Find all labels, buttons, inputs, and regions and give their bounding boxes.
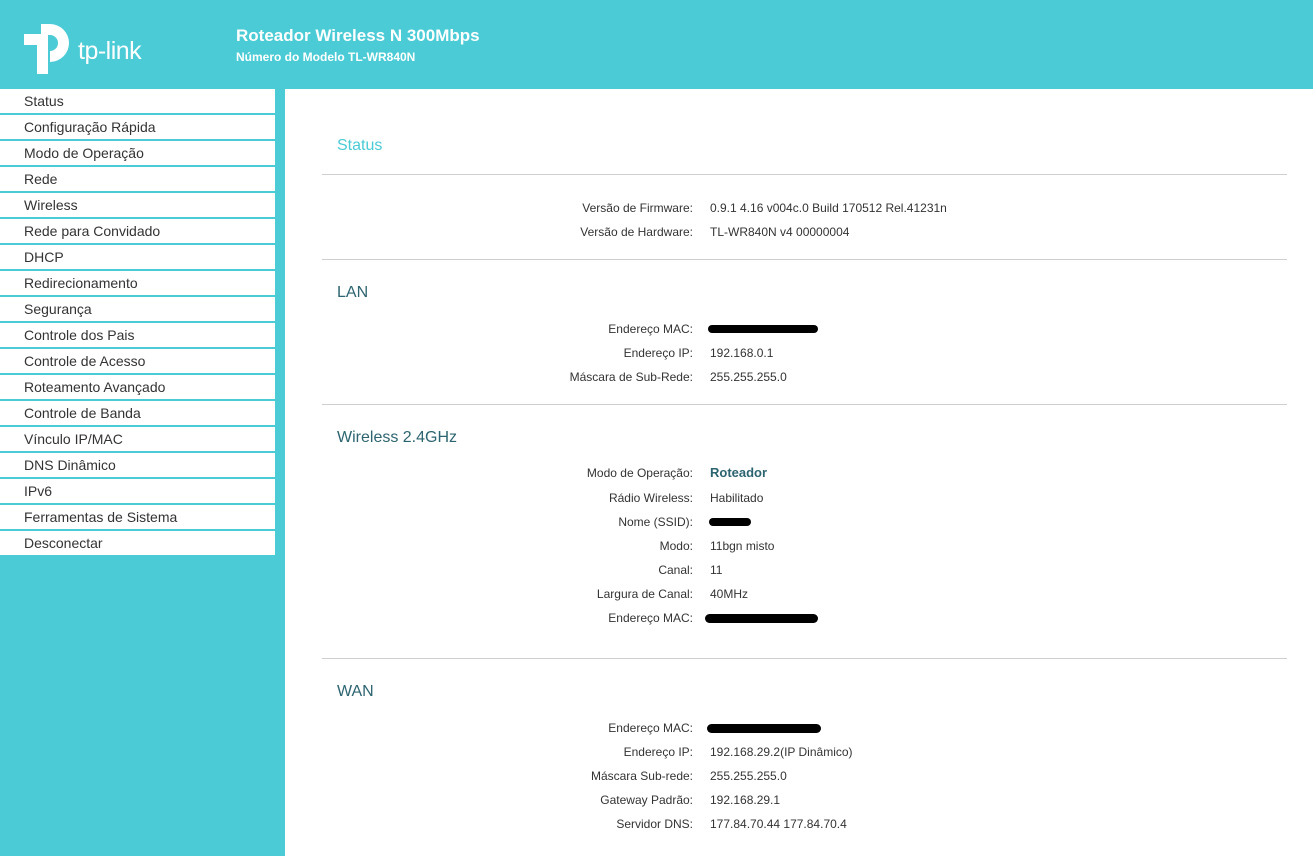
wan-gateway-value: 192.168.29.1 [710,793,781,807]
wireless-ssid-row: Nome (SSID): [285,515,1285,533]
wireless-channel-row: Canal: 11 [285,563,1285,581]
divider [322,658,1287,659]
wireless-mac-label: Endereço MAC: [608,611,693,625]
wan-ip-label: Endereço IP: [623,745,693,759]
lan-mac-label: Endereço MAC: [608,322,693,336]
wireless-channel-label: Canal: [658,563,693,577]
firmware-row: Versão de Firmware: 0.9.1 4.16 v004c.0 B… [285,201,1285,219]
lan-ip-label: Endereço IP: [623,346,693,360]
wireless-modo-label: Modo: [659,539,693,553]
redacted-ssid [709,518,751,526]
logo-text: tp-link [78,37,142,65]
sidebar-item-guest-network[interactable]: Rede para Convidado [0,219,275,243]
wireless-width-row: Largura de Canal: 40MHz [285,587,1285,605]
wan-mask-label: Máscara Sub-rede: [590,769,693,783]
sidebar-item-dynamic-dns[interactable]: DNS Dinâmico [0,453,275,477]
sidebar: Status Configuração Rápida Modo de Opera… [0,89,285,856]
wireless-modo-value: 11bgn misto [710,539,775,553]
sidebar-item-access-control[interactable]: Controle de Acesso [0,349,275,373]
hardware-row: Versão de Hardware: TL-WR840N v4 0000000… [285,225,1285,243]
sidebar-item-system-tools[interactable]: Ferramentas de Sistema [0,505,275,529]
divider [322,174,1287,175]
sidebar-item-forwarding[interactable]: Redirecionamento [0,271,275,295]
wan-dns-label: Servidor DNS: [616,817,693,831]
wan-gateway-label: Gateway Padrão: [600,793,693,807]
wireless-width-label: Largura de Canal: [596,587,693,601]
redacted-mac [707,724,821,733]
header-bar: tp-link Roteador Wireless N 300Mbps Núme… [0,0,1313,89]
wireless-mode-row: Modo de Operação: Roteador [285,465,1285,484]
model-number: Número do Modelo TL-WR840N [236,50,416,64]
hardware-value: TL-WR840N v4 00000004 [710,225,850,239]
main-content: Status Versão de Firmware: 0.9.1 4.16 v0… [285,89,1313,856]
sidebar-item-parental-control[interactable]: Controle dos Pais [0,323,275,347]
wireless-mac-row: Endereço MAC: [285,611,1285,629]
wireless-channel-value: 11 [710,563,723,577]
wan-ip-row: Endereço IP: 192.168.29.2(IP Dinâmico) [285,745,1285,763]
lan-ip-value: 192.168.0.1 [710,346,774,360]
wireless-mode-label: Modo de Operação: [586,466,693,480]
sidebar-item-quick-setup[interactable]: Configuração Rápida [0,115,275,139]
sidebar-item-status[interactable]: Status [0,89,275,113]
sidebar-item-network[interactable]: Rede [0,167,275,191]
wan-mac-row: Endereço MAC: [285,721,1285,739]
sidebar-item-dhcp[interactable]: DHCP [0,245,275,269]
sidebar-item-operation-mode[interactable]: Modo de Operação [0,141,275,165]
sidebar-item-ip-mac-binding[interactable]: Vínculo IP/MAC [0,427,275,451]
sidebar-menu: Status Configuração Rápida Modo de Opera… [0,89,275,557]
hardware-label: Versão de Hardware: [580,225,693,239]
tp-link-logo[interactable]: tp-link [24,24,164,76]
firmware-value: 0.9.1 4.16 v004c.0 Build 170512 Rel.4123… [710,201,947,215]
firmware-label: Versão de Firmware: [582,201,693,215]
wireless-radio-label: Rádio Wireless: [608,491,693,505]
sidebar-item-logout[interactable]: Desconectar [0,531,275,555]
sidebar-item-security[interactable]: Segurança [0,297,275,321]
wireless-section-title: Wireless 2.4GHz [337,429,458,446]
sidebar-item-wireless[interactable]: Wireless [0,193,275,217]
product-title: Roteador Wireless N 300Mbps [236,26,480,45]
wan-section-title: WAN [337,683,374,700]
wireless-radio-value: Habilitado [710,491,764,505]
lan-mac-row: Endereço MAC: [285,322,1285,340]
wan-mask-value: 255.255.255.0 [710,769,787,783]
lan-ip-row: Endereço IP: 192.168.0.1 [285,346,1285,364]
lan-mask-row: Máscara de Sub-Rede: 255.255.255.0 [285,370,1285,388]
wan-dns-value: 177.84.70.44 177.84.70.4 [710,817,847,831]
wan-mask-row: Máscara Sub-rede: 255.255.255.0 [285,769,1285,787]
divider [322,259,1287,260]
sidebar-item-advanced-routing[interactable]: Roteamento Avançado [0,375,275,399]
redacted-mac [705,614,818,623]
wan-ip-value: 192.168.29.2(IP Dinâmico) [710,745,853,759]
wireless-ssid-label: Nome (SSID): [618,515,693,529]
wireless-radio-row: Rádio Wireless: Habilitado [285,491,1285,509]
sidebar-item-ipv6[interactable]: IPv6 [0,479,275,503]
wireless-mode-value: Roteador [710,465,768,480]
divider [322,404,1287,405]
lan-mask-label: Máscara de Sub-Rede: [569,370,693,384]
tp-link-logo-icon [24,24,69,74]
wan-mac-label: Endereço MAC: [608,721,693,735]
lan-mask-value: 255.255.255.0 [710,370,787,384]
wan-dns-row: Servidor DNS: 177.84.70.44 177.84.70.4 [285,817,1285,835]
sidebar-item-bandwidth-control[interactable]: Controle de Banda [0,401,275,425]
status-section-title: Status [337,137,383,154]
redacted-mac [708,325,818,333]
wireless-modo-row: Modo: 11bgn misto [285,539,1285,557]
wireless-width-value: 40MHz [710,587,749,601]
lan-section-title: LAN [337,284,369,301]
wan-gateway-row: Gateway Padrão: 192.168.29.1 [285,793,1285,811]
